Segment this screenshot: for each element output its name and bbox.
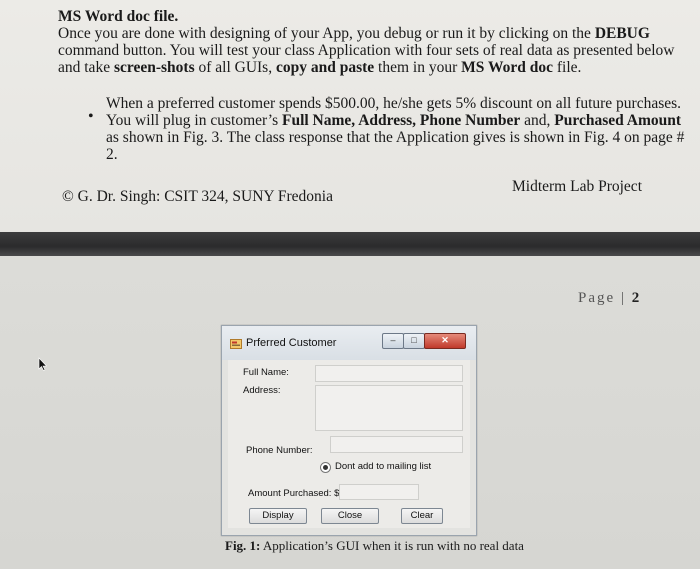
full-name-input[interactable]: [315, 365, 463, 382]
close-button[interactable]: Close: [321, 508, 379, 524]
para1-line1: Once you are done with designing of your…: [58, 25, 650, 42]
figure-caption: Fig. 1: Application’s GUI when it is run…: [225, 538, 524, 554]
bullet-text-1: When a preferred customer spends $500.00…: [106, 95, 682, 112]
para1-screenshots-bold: screen-shots: [113, 59, 195, 76]
mailing-list-label: Dont add to mailing list: [335, 461, 432, 472]
page-separator: |: [615, 290, 632, 306]
para1-text-5: them in your: [374, 59, 462, 76]
para1-line3: and take screen-shots of all GUIs, copy …: [58, 59, 581, 76]
para1-text-3: and take: [58, 59, 114, 76]
bullet-line4: 2.: [106, 146, 118, 163]
form-client-area: Full Name: Address: Phone Number: Dont a…: [228, 360, 470, 528]
window-titlebar[interactable]: Prferred Customer – □ ✕: [222, 326, 476, 360]
para1-line2: command button. You will test your class…: [58, 42, 674, 59]
close-icon: ✕: [441, 335, 449, 345]
full-name-label: Full Name:: [243, 367, 289, 378]
footer-left: © G. Dr. Singh: CSIT 324, SUNY Fredonia: [62, 188, 333, 205]
address-input[interactable]: [315, 385, 463, 431]
phone-number-label: Phone Number:: [246, 445, 313, 456]
para1-text-1: Once you are done with designing of your…: [58, 25, 595, 42]
bullet-fields-bold: Full Name, Address, Phone Number: [281, 112, 521, 129]
window-close-button[interactable]: ✕: [424, 333, 466, 349]
bullet-text-5: 2.: [106, 146, 118, 163]
ms-word-doc-text: MS Word doc file.: [58, 8, 179, 25]
mouse-cursor-icon: [38, 357, 48, 371]
page-divider: [0, 232, 700, 256]
minimize-icon: –: [390, 335, 396, 345]
amount-purchased-label: Amount Purchased: $: [248, 488, 340, 499]
minimize-button[interactable]: –: [382, 333, 404, 349]
clear-button[interactable]: Clear: [401, 508, 443, 524]
display-button[interactable]: Display: [249, 508, 307, 524]
para1-debug-bold: DEBUG: [594, 25, 650, 42]
caption-fig-label: Fig. 1:: [225, 538, 261, 553]
preferred-customer-window: Prferred Customer – □ ✕ Full Name: Addre…: [221, 325, 477, 536]
bullet-text-4: as shown in Fig. 3. The class response t…: [106, 129, 685, 146]
bullet-line3: as shown in Fig. 3. The class response t…: [106, 129, 684, 146]
para1-text-2: command button. You will test your class…: [58, 42, 675, 59]
bullet-marker: •: [88, 108, 94, 125]
address-label: Address:: [243, 385, 281, 396]
bullet-text-3: and,: [520, 112, 555, 129]
page-word: Page: [578, 290, 616, 306]
footer-right: Midterm Lab Project: [512, 178, 642, 195]
window-title: Prferred Customer: [246, 337, 337, 349]
page-number: 2: [631, 290, 642, 306]
bullet-amount-bold: Purchased Amount: [554, 112, 682, 129]
bullet-line1: When a preferred customer spends $500.00…: [106, 95, 681, 112]
para1-copy-paste-bold: copy and paste: [275, 59, 375, 76]
para1-text-6: file.: [553, 59, 582, 76]
maximize-button[interactable]: □: [403, 333, 425, 349]
document-page-top: MS Word doc file. Once you are done with…: [0, 0, 700, 232]
para1-msword-bold: MS Word doc: [461, 59, 554, 76]
phone-number-input[interactable]: [330, 436, 463, 453]
bullet-text-2: You will plug in customer’s: [106, 112, 282, 129]
line-ms-word-doc: MS Word doc file.: [58, 8, 178, 25]
caption-text: Application’s GUI when it is run with no…: [260, 538, 524, 553]
maximize-icon: □: [411, 335, 417, 345]
bullet-line2: You will plug in customer’s Full Name, A…: [106, 112, 681, 129]
page-number-header: Page | 2: [578, 290, 641, 307]
mailing-list-radio[interactable]: [320, 462, 331, 473]
app-form-icon: [230, 339, 242, 349]
amount-purchased-input[interactable]: [339, 484, 419, 500]
para1-text-4: of all GUIs,: [194, 59, 276, 76]
